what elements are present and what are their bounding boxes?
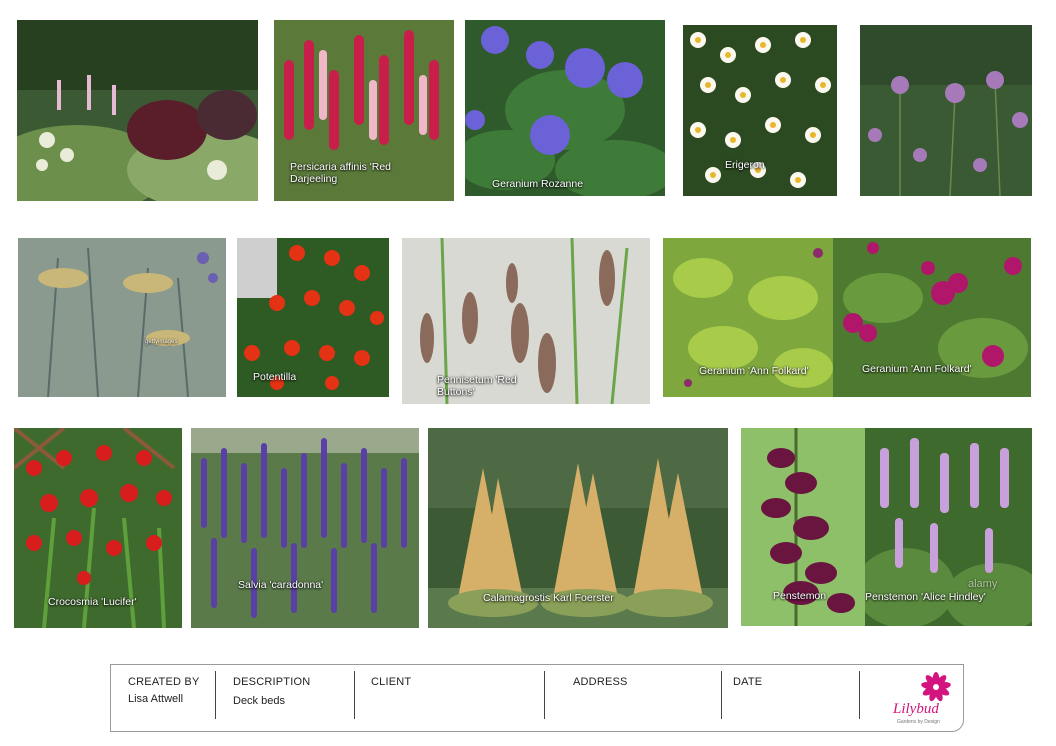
address-label: ADDRESS: [573, 676, 628, 688]
caption-pennisetum: Pennisetum 'Red Buttons': [437, 374, 517, 398]
caption-persicaria: Persicaria affinis 'Red Darjeeling: [290, 161, 392, 185]
date-label: DATE: [733, 676, 763, 688]
divider-5: [859, 671, 860, 719]
photo-geranium-rozanne: Geranium Rozanne: [465, 20, 665, 196]
title-block: CREATED BY Lisa Attwell DESCRIPTION Deck…: [110, 664, 964, 732]
photo-penstemon-alice: alamy Penstemon 'Alice Hindley': [865, 428, 1032, 626]
description-label: DESCRIPTION: [233, 676, 311, 688]
watermark-alamy: alamy: [968, 578, 998, 590]
caption-erigeron: Erigeron: [725, 159, 765, 171]
photo-verbena-image: [860, 25, 1032, 196]
photo-border: [17, 20, 258, 201]
photo-penstemon: Penstemon: [741, 428, 865, 626]
photo-pennisetum: Pennisetum 'Red Buttons': [402, 238, 650, 404]
caption-geranium-rozanne: Geranium Rozanne: [492, 178, 584, 190]
photo-fennel: gettyimages: [18, 238, 226, 397]
description-value: Deck beds: [233, 695, 285, 707]
photo-geranium-ann-1: Geranium 'Ann Folkard': [663, 238, 833, 397]
divider-2: [354, 671, 355, 719]
caption-penstemon-alice: Penstemon 'Alice Hindley': [865, 591, 986, 603]
photo-geranium-ann-2: Geranium 'Ann Folkard': [833, 238, 1031, 397]
logo-name: Lilybud: [893, 701, 939, 717]
photo-erigeron: Erigeron: [683, 25, 837, 196]
caption-geranium-ann-2: Geranium 'Ann Folkard': [862, 363, 972, 375]
created-by-label: CREATED BY: [128, 676, 200, 688]
photo-persicaria: Persicaria affinis 'Red Darjeeling: [274, 20, 454, 201]
divider-4: [721, 671, 722, 719]
caption-potentilla: Potentilla: [253, 371, 297, 383]
caption-calamagrostis: Calamagrostis Karl Foerster: [483, 592, 614, 604]
created-by-value: Lisa Attwell: [128, 693, 184, 705]
photo-crocosmia: Crocosmia 'Lucifer': [14, 428, 182, 628]
caption-penstemon: Penstemon: [773, 590, 827, 602]
lilybud-flower-icon: [921, 672, 951, 702]
photo-border-image: [17, 20, 258, 201]
divider-3: [544, 671, 545, 719]
client-label: CLIENT: [371, 676, 412, 688]
logo-tagline: Gardens by Design: [897, 719, 940, 725]
photo-geranium-rozanne-image: [465, 20, 665, 196]
caption-geranium-ann-1: Geranium 'Ann Folkard': [699, 365, 809, 377]
photo-salvia-image: [191, 428, 419, 628]
divider-1: [215, 671, 216, 719]
caption-salvia: Salvia 'caradonna': [238, 579, 324, 591]
photo-calamagrostis: Calamagrostis Karl Foerster: [428, 428, 728, 628]
photo-verbena: [860, 25, 1032, 196]
photo-salvia: Salvia 'caradonna': [191, 428, 419, 628]
photo-fennel-image: [18, 238, 226, 397]
caption-crocosmia: Crocosmia 'Lucifer': [48, 596, 137, 608]
watermark-gettyimages: gettyimages: [145, 339, 178, 345]
photo-potentilla: Potentilla: [237, 238, 389, 397]
